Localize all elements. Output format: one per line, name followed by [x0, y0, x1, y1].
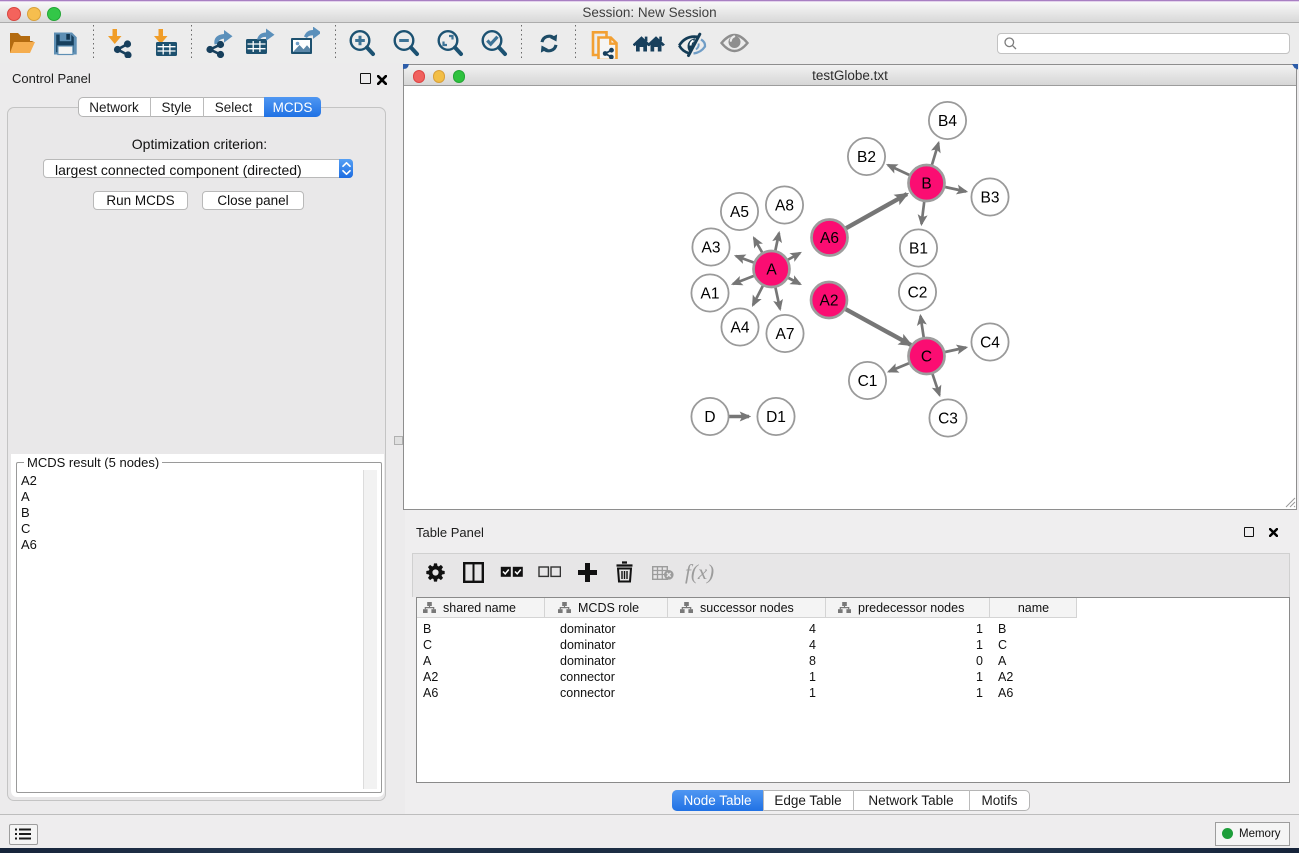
svg-text:A5: A5 — [730, 204, 749, 221]
svg-text:C: C — [921, 349, 932, 366]
svg-text:A7: A7 — [776, 326, 795, 343]
svg-text:D: D — [704, 409, 715, 426]
svg-text:A4: A4 — [731, 320, 750, 337]
svg-text:B3: B3 — [981, 190, 1000, 207]
svg-text:A: A — [766, 262, 777, 279]
svg-text:A6: A6 — [820, 230, 839, 247]
svg-text:A3: A3 — [702, 240, 721, 257]
svg-text:C1: C1 — [858, 373, 878, 390]
svg-text:B4: B4 — [938, 113, 957, 130]
svg-text:B: B — [921, 176, 931, 193]
svg-text:B1: B1 — [909, 241, 928, 258]
svg-text:B2: B2 — [857, 149, 876, 166]
svg-text:A1: A1 — [701, 286, 720, 303]
svg-text:A2: A2 — [820, 293, 839, 310]
svg-text:D1: D1 — [766, 409, 786, 426]
svg-text:A8: A8 — [775, 198, 794, 215]
svg-text:C4: C4 — [980, 335, 1000, 352]
svg-text:C2: C2 — [908, 285, 928, 302]
svg-text:C3: C3 — [938, 411, 958, 428]
